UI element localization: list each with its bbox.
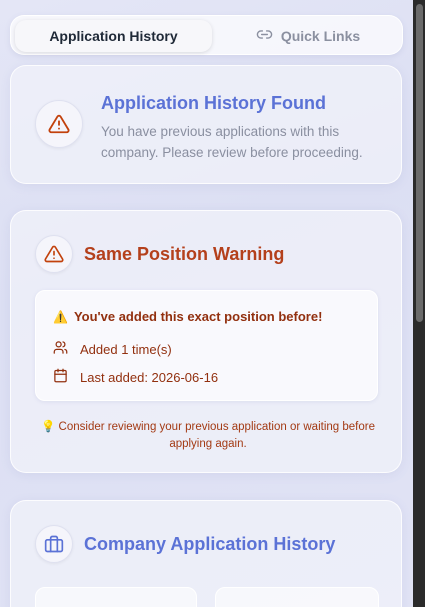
tab-quick-links-label: Quick Links	[280, 28, 361, 44]
review-tip: 💡 Consider reviewing your previous appli…	[41, 419, 375, 453]
alert-triangle-icon	[35, 235, 73, 273]
warning-alert-line: ⚠️ You've added this exact position befo…	[53, 309, 322, 324]
added-count-row: Added 1 time(s)	[53, 340, 172, 358]
tab-application-history-label: Application History	[49, 28, 178, 44]
company-stat-box	[215, 587, 379, 607]
same-position-warning-card: Same Position Warning ⚠️ You've added th…	[10, 210, 402, 473]
briefcase-icon	[35, 525, 73, 563]
scrollbar-thumb[interactable]	[416, 4, 423, 322]
calendar-icon	[53, 368, 68, 386]
warning-alert-text: You've added this exact position before!	[73, 309, 323, 324]
lightbulb-icon: 💡	[41, 421, 56, 433]
tab-application-history[interactable]: Application History	[15, 20, 212, 52]
users-icon	[53, 340, 68, 358]
last-added-text: Last added: 2026-06-16	[80, 369, 219, 385]
alert-triangle-icon	[35, 100, 83, 148]
added-count-text: Added 1 time(s)	[80, 341, 172, 357]
history-found-title: Application History Found	[101, 93, 326, 113]
review-tip-text: Consider reviewing your previous applica…	[58, 421, 375, 450]
last-added-row: Last added: 2026-06-16	[53, 368, 218, 386]
history-found-text: You have previous applications with this…	[101, 124, 363, 160]
scrollbar[interactable]	[413, 0, 425, 607]
company-stat-box	[35, 587, 197, 607]
company-history-card: Company Application History	[10, 500, 402, 607]
page: Application History Quick Links Applicat…	[0, 0, 413, 607]
warning-emoji-icon: ⚠️	[53, 309, 68, 324]
history-found-card: Application History Found You have previ…	[10, 65, 402, 184]
tab-bar: Application History Quick Links	[10, 15, 403, 55]
warning-details-box: ⚠️ You've added this exact position befo…	[35, 290, 378, 401]
company-history-title: Company Application History	[84, 534, 336, 554]
link-icon	[256, 26, 273, 46]
tab-quick-links[interactable]: Quick Links	[216, 20, 400, 52]
same-position-warning-title: Same Position Warning	[84, 244, 285, 264]
